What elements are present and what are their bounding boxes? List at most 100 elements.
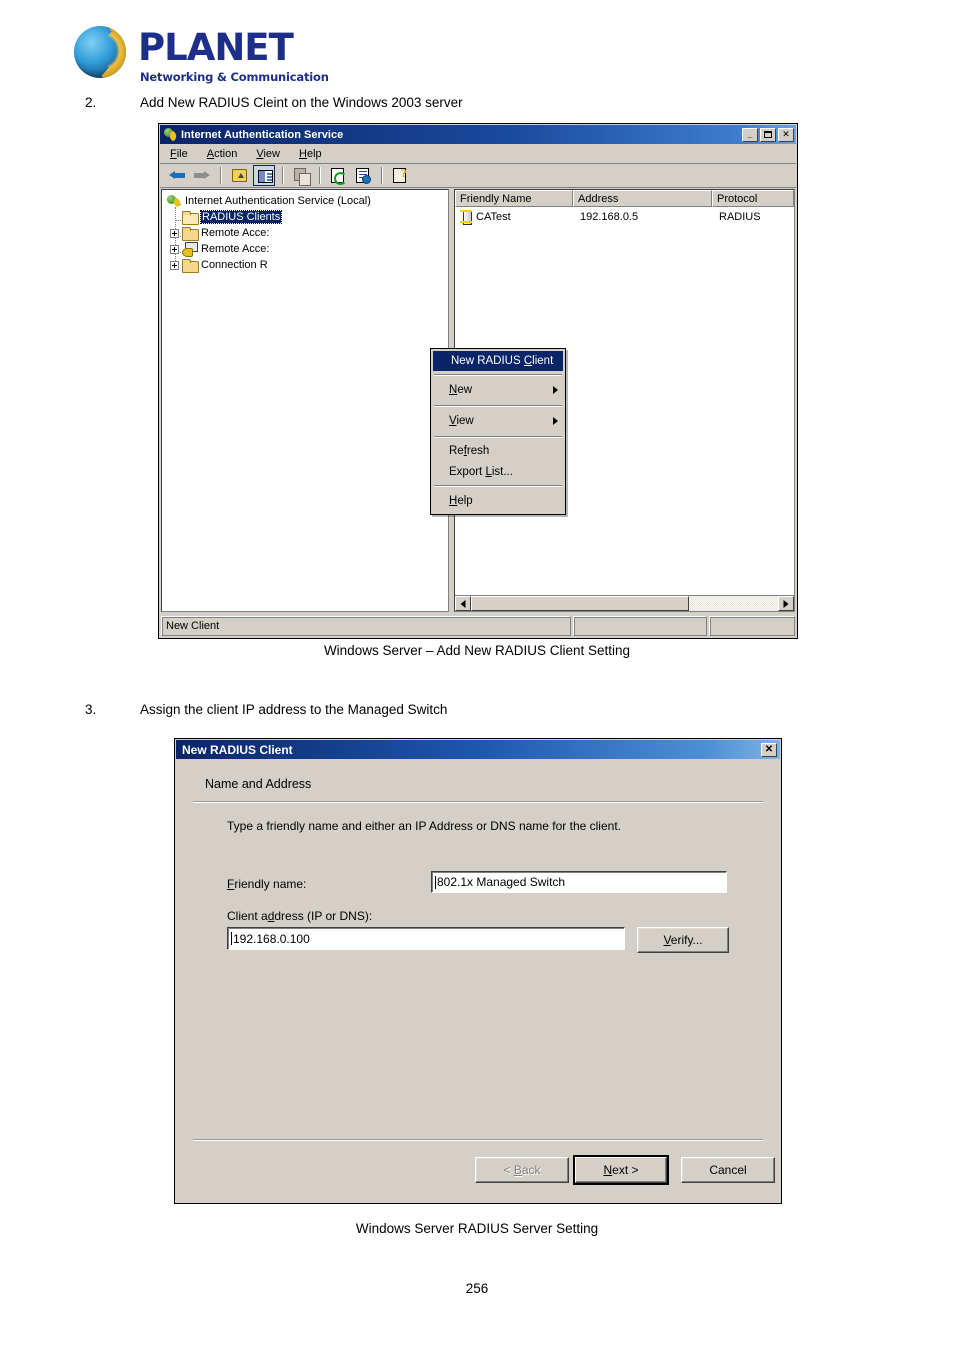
next-button[interactable]: Next >	[573, 1155, 669, 1185]
menu-help-label: elp	[306, 148, 322, 160]
dialog-description: Type a friendly name and either an IP Ad…	[227, 819, 621, 833]
column-header-friendly-name[interactable]: Friendly Name	[455, 190, 573, 207]
planet-globe-logo-icon	[74, 26, 126, 78]
export-list-button[interactable]	[352, 165, 374, 186]
context-menu-item-export-list[interactable]: Export List...	[431, 461, 565, 482]
console-tree-pane[interactable]: Internet Authentication Service (Local) …	[161, 189, 449, 612]
back-button: < Back	[475, 1157, 569, 1183]
step-3: 3. Assign the client IP address to the M…	[85, 702, 685, 720]
context-menu-item-refresh[interactable]: Refresh	[431, 440, 565, 461]
submenu-arrow-icon	[553, 386, 558, 394]
scrollbar-thumb[interactable]	[471, 596, 689, 611]
toolbar-separator	[282, 167, 283, 184]
folder-icon	[182, 226, 199, 241]
tree-item-radius-clients[interactable]: RADIUS Clients	[170, 209, 283, 225]
table-row[interactable]: CATest 192.168.0.5 RADIUS	[455, 209, 794, 225]
back-button[interactable]	[166, 165, 188, 186]
dialog-title: New RADIUS Client	[182, 742, 293, 757]
step-2-number: 2.	[85, 95, 97, 110]
menu-file[interactable]: File	[170, 148, 188, 160]
verify-button[interactable]: Verify...	[637, 927, 729, 953]
horizontal-scrollbar[interactable]	[455, 595, 794, 611]
scroll-right-button[interactable]	[778, 596, 794, 611]
dialog-subtitle: Name and Address	[205, 777, 312, 791]
scroll-left-button[interactable]	[455, 596, 471, 611]
step-2: 2. Add New RADIUS Cleint on the Windows …	[85, 95, 685, 113]
context-menu-item-label: Help	[449, 494, 473, 507]
minimize-button[interactable]: _	[742, 127, 758, 142]
column-header-address[interactable]: Address	[573, 190, 712, 207]
text-caret	[231, 932, 232, 945]
brand-name: PLANET	[138, 26, 294, 69]
cancel-button[interactable]: Cancel	[681, 1157, 775, 1183]
context-menu-separator	[434, 405, 562, 406]
context-menu-item-view[interactable]: View	[431, 409, 565, 433]
verify-button-label: Verify...	[663, 933, 703, 947]
refresh-button[interactable]	[327, 165, 349, 186]
step-3-text: Assign the client IP address to the Mana…	[140, 702, 448, 717]
friendly-name-label: Friendly name:	[227, 877, 307, 891]
menu-help[interactable]: Help	[299, 148, 322, 160]
ias-service-icon	[166, 194, 183, 208]
list-column-headers: Friendly Name Address Protocol	[455, 190, 794, 207]
up-folder-icon	[232, 169, 247, 182]
tree-item-label: Remote Acce:	[201, 227, 270, 239]
context-menu-item-help[interactable]: Help	[431, 489, 565, 512]
console-tree-icon	[258, 170, 273, 183]
column-header-protocol[interactable]: Protocol	[712, 190, 794, 207]
divider-top	[193, 801, 763, 803]
folder-open-icon	[182, 210, 199, 225]
ias-titlebar[interactable]: Internet Authentication Service _ ✕	[160, 125, 796, 144]
dialog-titlebar[interactable]: New RADIUS Client ✕	[176, 740, 780, 759]
context-menu-item-label: Export List...	[449, 465, 513, 478]
close-icon[interactable]: ✕	[761, 742, 777, 757]
up-one-level-button[interactable]	[228, 165, 250, 186]
friendly-name-input[interactable]: 802.1x Managed Switch	[431, 871, 727, 893]
help-button[interactable]	[389, 165, 411, 186]
client-address-input[interactable]: 192.168.0.100	[227, 927, 625, 950]
radius-clients-context-menu: New RADIUS Client New View Refresh Expor…	[430, 348, 566, 515]
toolbar-separator	[319, 167, 320, 184]
text-caret	[435, 875, 436, 889]
tree-item-connection-request-processing[interactable]: Connection R	[170, 257, 268, 273]
back-arrow-icon	[169, 171, 185, 180]
close-icon[interactable]: ✕	[778, 127, 794, 142]
context-menu-item-label: New RADIUS Client	[451, 355, 554, 367]
expand-icon[interactable]	[170, 228, 179, 238]
context-menu-separator	[434, 374, 562, 375]
tree-item-label: Connection R	[201, 259, 268, 271]
internet-authentication-service-window: Internet Authentication Service _ ✕ File…	[158, 123, 798, 639]
context-menu-item-new-radius-client[interactable]: New RADIUS Client	[433, 351, 563, 371]
step-3-number: 3.	[85, 702, 97, 717]
new-radius-client-dialog: New RADIUS Client ✕ Name and Address Typ…	[174, 738, 782, 1204]
menu-action[interactable]: Action	[207, 148, 238, 160]
forward-button[interactable]	[191, 165, 213, 186]
cancel-button-label: Cancel	[709, 1163, 747, 1177]
status-panel-message: New Client	[161, 616, 571, 636]
submenu-arrow-icon	[553, 417, 558, 425]
expand-icon[interactable]	[170, 260, 179, 270]
scrollbar-track[interactable]	[689, 596, 778, 611]
tree-item-label: Internet Authentication Service (Local)	[185, 195, 371, 207]
client-address-label: Client address (IP or DNS):	[227, 909, 373, 923]
maximize-button[interactable]	[760, 127, 776, 142]
tree-item-ias-local[interactable]: Internet Authentication Service (Local)	[166, 193, 371, 209]
context-menu-item-new[interactable]: New	[431, 378, 565, 402]
copy-button[interactable]	[290, 165, 312, 186]
help-icon	[393, 166, 407, 183]
status-panel-2	[573, 616, 707, 636]
expand-icon[interactable]	[170, 244, 179, 254]
friendly-name-value: 802.1x Managed Switch	[437, 875, 566, 889]
tree-item-label: Remote Acce:	[201, 243, 270, 255]
brand-tagline: Networking & Communication	[140, 70, 329, 84]
ias-window-title: Internet Authentication Service	[181, 128, 344, 141]
show-hide-console-tree-button[interactable]	[253, 165, 275, 186]
menu-view[interactable]: View	[256, 148, 280, 160]
tree-item-remote-access-logging[interactable]: Remote Acce:	[170, 225, 269, 241]
figure-1-caption: Windows Server – Add New RADIUS Client S…	[323, 643, 631, 658]
step-2-text: Add New RADIUS Cleint on the Windows 200…	[140, 95, 463, 110]
export-list-icon	[356, 168, 371, 184]
ias-toolbar	[160, 164, 796, 188]
tree-item-remote-access-policies[interactable]: Remote Acce:	[170, 241, 269, 257]
client-address-value: 192.168.0.100	[233, 931, 310, 946]
